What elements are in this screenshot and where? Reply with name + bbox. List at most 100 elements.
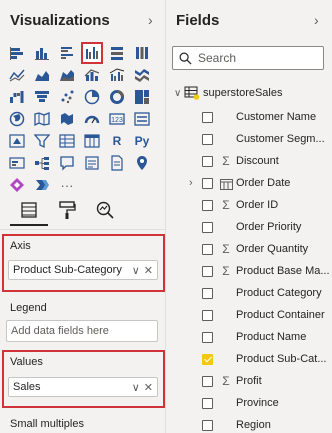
qa-visual-icon[interactable] [56,152,78,174]
field-checkbox[interactable] [202,133,213,145]
card-icon[interactable]: 123 [106,108,128,130]
more-visuals-icon[interactable]: ··· [56,174,78,196]
expand-chevron-icon[interactable]: › [189,177,193,189]
clustered-column-chart-icon[interactable] [81,42,103,64]
donut-chart-icon[interactable] [106,86,128,108]
filled-map-icon[interactable] [31,108,53,130]
field-item[interactable]: Region [166,414,332,433]
axis-field-name: Product Sub-Category [13,264,122,276]
smart-narrative-icon[interactable] [81,152,103,174]
search-placeholder: Search [198,51,237,65]
field-item[interactable]: Order Priority [166,216,332,238]
field-checkbox[interactable] [202,265,213,277]
funnel-chart-icon[interactable] [31,86,53,108]
visual-type-gallery: 123 R Py ··· [6,42,158,196]
shape-map-icon[interactable] [56,108,78,130]
field-item[interactable]: Σ Profit [166,370,332,392]
waterfall-chart-icon[interactable] [6,86,28,108]
field-checkbox[interactable] [202,155,213,167]
azure-map-icon[interactable] [131,152,153,174]
field-item[interactable]: Customer Name [166,106,332,128]
multi-row-card-icon[interactable] [131,108,153,130]
chevron-down-icon[interactable]: ∨ [174,88,184,99]
field-checkbox[interactable] [202,375,213,387]
table-node-superstoresales[interactable]: ∨ superstoreSales [174,86,283,100]
field-item[interactable]: Province [166,392,332,414]
field-checkbox[interactable] [202,243,213,255]
line-and-clustered-column-chart-icon[interactable] [106,64,128,86]
field-item[interactable]: Σ Discount [166,150,332,172]
kpi-icon[interactable] [6,130,28,152]
power-apps-icon[interactable] [6,174,28,196]
map-icon[interactable] [6,108,28,130]
collapse-fields-chevron-icon[interactable]: › [314,12,319,28]
field-checkbox[interactable] [202,221,213,233]
field-checkbox[interactable] [202,397,213,409]
line-chart-icon[interactable] [6,64,28,86]
100-percent-bar-chart-icon[interactable] [106,42,128,64]
field-item[interactable]: Product Container [166,304,332,326]
area-chart-icon[interactable] [31,64,53,86]
field-checkbox[interactable] [202,309,213,321]
field-item[interactable]: Σ Product Base Ma... [166,260,332,282]
pie-chart-icon[interactable] [81,86,103,108]
fields-search-input[interactable]: Search [172,46,324,70]
stacked-bar-chart-icon[interactable] [6,42,28,64]
sigma-icon: Σ [222,374,230,388]
r-visual-label: R [112,134,122,148]
tab-fields-wells[interactable] [10,200,48,226]
field-item[interactable]: Σ Order ID [166,194,332,216]
gauge-icon[interactable] [81,108,103,130]
fields-pane: Fields › Search ∨ superstoreSales Custom… [166,0,332,433]
tab-analytics[interactable] [86,200,124,226]
visualizations-title: Visualizations [10,12,110,29]
fields-icon [21,202,37,218]
field-checkbox[interactable] [202,331,213,343]
field-checkbox[interactable] [202,177,213,189]
field-item[interactable]: Product Sub-Cat... [166,348,332,370]
decomposition-tree-icon[interactable] [31,152,53,174]
clustered-bar-chart-icon[interactable] [56,42,78,64]
table-icon[interactable] [56,130,78,152]
slicer-icon[interactable] [31,130,53,152]
field-item[interactable]: Customer Segm... [166,128,332,150]
fields-title: Fields [176,12,220,29]
values-field-pill[interactable]: Sales ∨ ✕ [8,377,158,397]
field-item[interactable]: Product Name [166,326,332,348]
field-item[interactable]: Product Category [166,282,332,304]
field-item[interactable]: Σ Order Quantity [166,238,332,260]
matrix-icon[interactable] [81,130,103,152]
field-name: Order Priority [236,221,302,233]
r-visual-icon[interactable]: R [106,130,128,152]
chevron-down-icon[interactable]: ∨ [132,264,140,277]
remove-field-close-icon[interactable]: ✕ [144,264,153,277]
tab-format[interactable] [48,200,86,226]
more-visuals-label: ··· [60,177,74,193]
collapse-visualizations-chevron-icon[interactable]: › [148,12,153,28]
stacked-area-chart-icon[interactable] [56,64,78,86]
sigma-icon: Σ [222,198,230,212]
remove-field-close-icon[interactable]: ✕ [144,381,153,394]
chevron-down-icon[interactable]: ∨ [132,381,140,394]
power-automate-icon[interactable] [31,174,53,196]
axis-field-pill[interactable]: Product Sub-Category ∨ ✕ [8,260,158,280]
field-checkbox[interactable] [202,111,213,123]
key-influencers-icon[interactable] [6,152,28,174]
legend-drop-zone[interactable]: Add data fields here [6,320,158,342]
field-checkbox[interactable] [202,287,213,299]
field-checkbox[interactable] [202,419,213,431]
field-item[interactable]: › Order Date [166,172,332,194]
paginated-report-icon[interactable] [106,152,128,174]
paint-roller-icon [59,201,76,219]
field-name: Product Category [236,287,322,299]
ribbon-chart-icon[interactable] [131,64,153,86]
python-visual-icon[interactable]: Py [131,130,153,152]
treemap-icon[interactable] [131,86,153,108]
field-checkbox[interactable] [202,199,213,211]
axis-well-label: Axis [10,240,31,252]
100-percent-column-chart-icon[interactable] [131,42,153,64]
field-checkbox[interactable] [202,353,213,365]
scatter-chart-icon[interactable] [56,86,78,108]
stacked-column-chart-icon[interactable] [31,42,53,64]
line-and-stacked-column-chart-icon[interactable] [81,64,103,86]
